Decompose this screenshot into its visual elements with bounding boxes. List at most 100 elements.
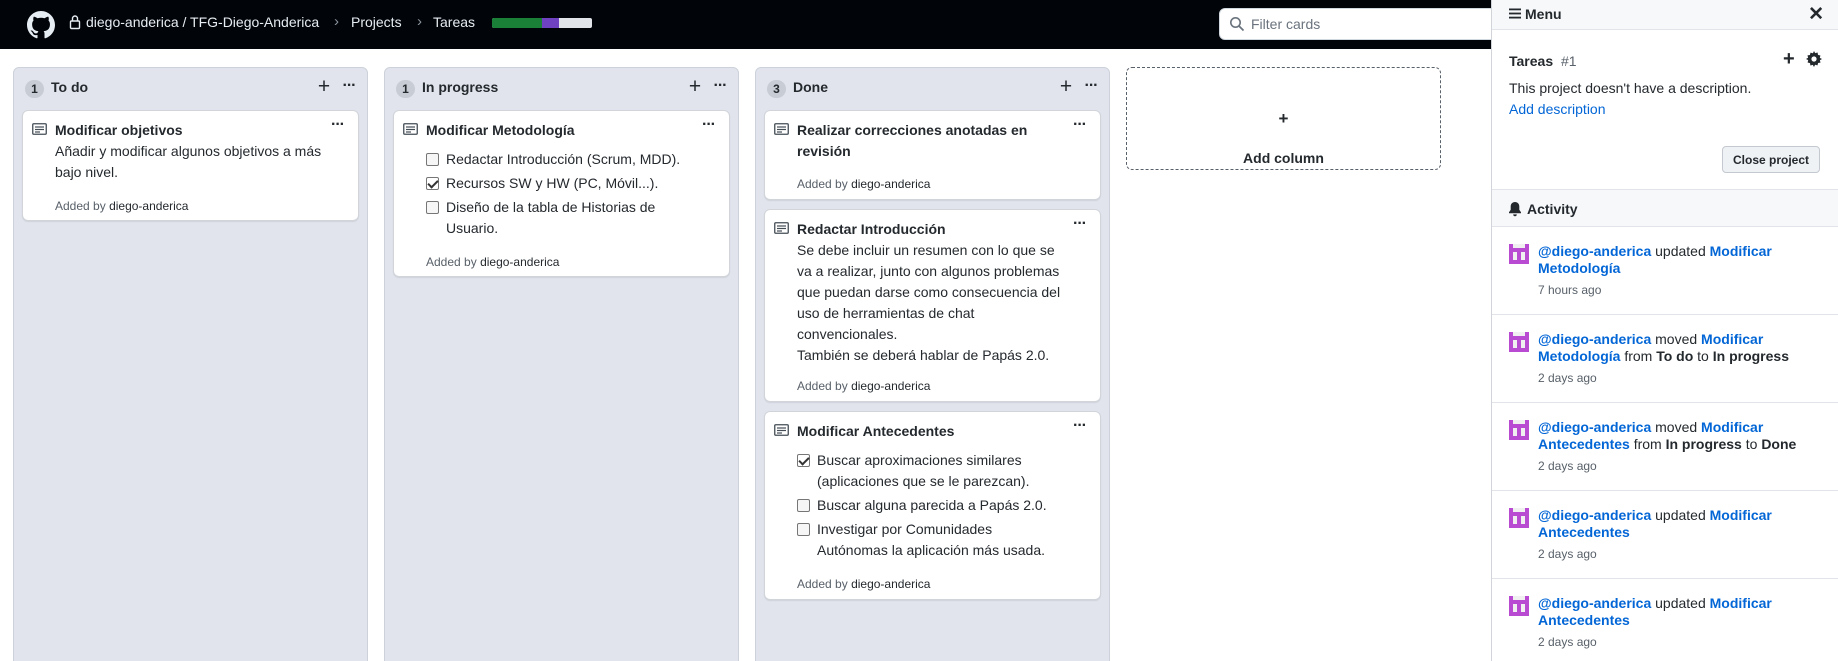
column-title: Done bbox=[793, 79, 828, 95]
close-icon[interactable]: ✕ bbox=[1808, 3, 1824, 26]
breadcrumb-chevron-icon: › bbox=[334, 13, 339, 30]
add-card-button[interactable]: + bbox=[314, 76, 334, 98]
avatar[interactable] bbox=[1509, 332, 1529, 352]
add-card-button[interactable]: + bbox=[685, 76, 705, 98]
panel-header: Menu ✕ bbox=[1492, 0, 1838, 30]
column-header: 1 In progress + ··· bbox=[385, 68, 738, 110]
from-word: from bbox=[1624, 348, 1653, 364]
card-menu-button[interactable]: ··· bbox=[1073, 215, 1087, 233]
add-card-button[interactable]: + bbox=[1056, 76, 1076, 98]
github-logo-icon[interactable] bbox=[27, 11, 55, 39]
author-link[interactable]: diego-anderica bbox=[109, 199, 188, 213]
avatar[interactable] bbox=[1509, 596, 1529, 616]
gear-icon[interactable] bbox=[1806, 51, 1822, 67]
breadcrumb-project[interactable]: Tareas bbox=[433, 14, 475, 30]
add-column-label: + Add column bbox=[1127, 109, 1440, 166]
card-menu-button[interactable]: ··· bbox=[331, 116, 345, 134]
task-checkbox[interactable] bbox=[426, 201, 439, 214]
breadcrumb-projects[interactable]: Projects bbox=[351, 14, 402, 30]
task-checkbox-checked[interactable] bbox=[797, 454, 810, 467]
add-icon[interactable]: + bbox=[1783, 48, 1795, 71]
activity-item: @diego-anderica updated Modificar Antece… bbox=[1492, 579, 1838, 661]
avatar[interactable] bbox=[1509, 244, 1529, 264]
column-menu-button[interactable]: ··· bbox=[1081, 77, 1101, 97]
card-body: Añadir y modificar algunos objetivos a m… bbox=[55, 143, 322, 180]
author-link[interactable]: diego-anderica bbox=[851, 379, 930, 393]
user-link[interactable]: @diego-anderica bbox=[1538, 595, 1651, 611]
card-title: Redactar Introducción bbox=[797, 221, 946, 237]
card-author: Added by diego-anderica bbox=[797, 379, 930, 393]
card[interactable]: Realizar correcciones anotadas en revisi… bbox=[764, 110, 1101, 200]
activity-action: moved bbox=[1655, 331, 1698, 347]
card[interactable]: Redactar Introducción ··· Se debe inclui… bbox=[764, 209, 1101, 402]
to-word: to bbox=[1745, 436, 1758, 452]
card-menu-button[interactable]: ··· bbox=[1073, 417, 1087, 435]
column-menu-button[interactable]: ··· bbox=[710, 77, 730, 97]
author-link[interactable]: diego-anderica bbox=[480, 255, 559, 269]
task-text: Diseño de la tabla de Historias de Usuar… bbox=[446, 199, 656, 236]
user-link[interactable]: @diego-anderica bbox=[1538, 243, 1651, 259]
task-checkbox[interactable] bbox=[426, 153, 439, 166]
column-done[interactable]: 3 Done + ··· Realizar correcciones anota… bbox=[755, 67, 1110, 661]
activity-time: 2 days ago bbox=[1538, 459, 1597, 473]
card[interactable]: Modificar Antecedentes ··· Buscar aproxi… bbox=[764, 411, 1101, 600]
progress-segment bbox=[542, 18, 559, 28]
user-link[interactable]: @diego-anderica bbox=[1538, 331, 1651, 347]
bell-icon bbox=[1509, 202, 1521, 217]
author-link[interactable]: diego-anderica bbox=[851, 177, 930, 191]
user-link[interactable]: @diego-anderica bbox=[1538, 419, 1651, 435]
add-column-text: Add column bbox=[1243, 150, 1324, 166]
card-menu-button[interactable]: ··· bbox=[702, 116, 716, 134]
activity-time: 2 days ago bbox=[1538, 547, 1597, 561]
menu-title: Menu bbox=[1525, 6, 1562, 22]
close-project-button[interactable]: Close project bbox=[1722, 146, 1820, 173]
task-text: Redactar Introducción (Scrum, MDD). bbox=[446, 151, 681, 167]
filter-cards-box[interactable] bbox=[1219, 8, 1497, 40]
avatar[interactable] bbox=[1509, 508, 1529, 528]
filter-cards-input[interactable] bbox=[1251, 9, 1491, 39]
card-count-badge: 1 bbox=[396, 80, 415, 98]
column-menu-button[interactable]: ··· bbox=[339, 77, 359, 97]
card-body: Se debe incluir un resumen con lo que se… bbox=[797, 242, 1061, 342]
activity-action: updated bbox=[1655, 507, 1706, 523]
lock-icon bbox=[69, 15, 81, 30]
card-author: Added by diego-anderica bbox=[426, 255, 559, 269]
column-to-do[interactable]: 1 To do + ··· Modificar objetivos ··· Añ… bbox=[13, 67, 368, 661]
progress-segment bbox=[559, 18, 576, 28]
column-header: 3 Done + ··· bbox=[756, 68, 1109, 110]
activity-text: @diego-anderica updated Modificar Antece… bbox=[1538, 507, 1808, 541]
activity-time: 2 days ago bbox=[1538, 371, 1597, 385]
breadcrumb-chevron-icon: › bbox=[417, 13, 422, 30]
card[interactable]: Modificar Metodología ··· Redactar Intro… bbox=[393, 110, 730, 277]
card-title: Realizar correcciones anotadas en revisi… bbox=[797, 122, 1028, 159]
card-author: Added by diego-anderica bbox=[797, 577, 930, 591]
activity-text: @diego-anderica updated Modificar Antece… bbox=[1538, 595, 1808, 629]
column-in-progress[interactable]: 1 In progress + ··· Modificar Metodologí… bbox=[384, 67, 739, 661]
task-text: Buscar aproximaciones similares (aplicac… bbox=[817, 452, 1030, 489]
task-checkbox[interactable] bbox=[797, 523, 810, 536]
project-description: This project doesn't have a description. bbox=[1509, 80, 1752, 96]
card-menu-button[interactable]: ··· bbox=[1073, 116, 1087, 134]
task-item: Investigar por Comunidades Autónomas la … bbox=[797, 519, 1052, 561]
avatar[interactable] bbox=[1509, 420, 1529, 440]
card-title: Modificar objetivos bbox=[55, 122, 183, 138]
hamburger-icon bbox=[1509, 8, 1521, 19]
card-body-extra: También se deberá hablar de Papás 2.0. bbox=[797, 347, 1050, 363]
add-description-link[interactable]: Add description bbox=[1509, 101, 1606, 117]
task-checkbox[interactable] bbox=[797, 499, 810, 512]
added-by-label: Added by bbox=[55, 199, 106, 213]
activity-action: updated bbox=[1655, 243, 1706, 259]
repository-link[interactable]: diego-anderica / TFG-Diego-Anderica bbox=[86, 14, 319, 30]
activity-item: @diego-anderica moved Modificar Antecede… bbox=[1492, 403, 1838, 491]
activity-header: Activity bbox=[1492, 189, 1838, 227]
note-icon bbox=[774, 123, 789, 135]
add-column-button[interactable]: + Add column bbox=[1126, 67, 1441, 170]
task-checkbox-checked[interactable] bbox=[426, 177, 439, 190]
card[interactable]: Modificar objetivos ··· Añadir y modific… bbox=[22, 110, 359, 221]
project-name: Tareas bbox=[1509, 53, 1554, 69]
activity-item: @diego-anderica updated Modificar Antece… bbox=[1492, 491, 1838, 579]
note-icon bbox=[32, 123, 47, 135]
project-menu-panel: Menu ✕ Tareas #1 This project doesn't ha… bbox=[1491, 0, 1838, 661]
author-link[interactable]: diego-anderica bbox=[851, 577, 930, 591]
user-link[interactable]: @diego-anderica bbox=[1538, 507, 1651, 523]
